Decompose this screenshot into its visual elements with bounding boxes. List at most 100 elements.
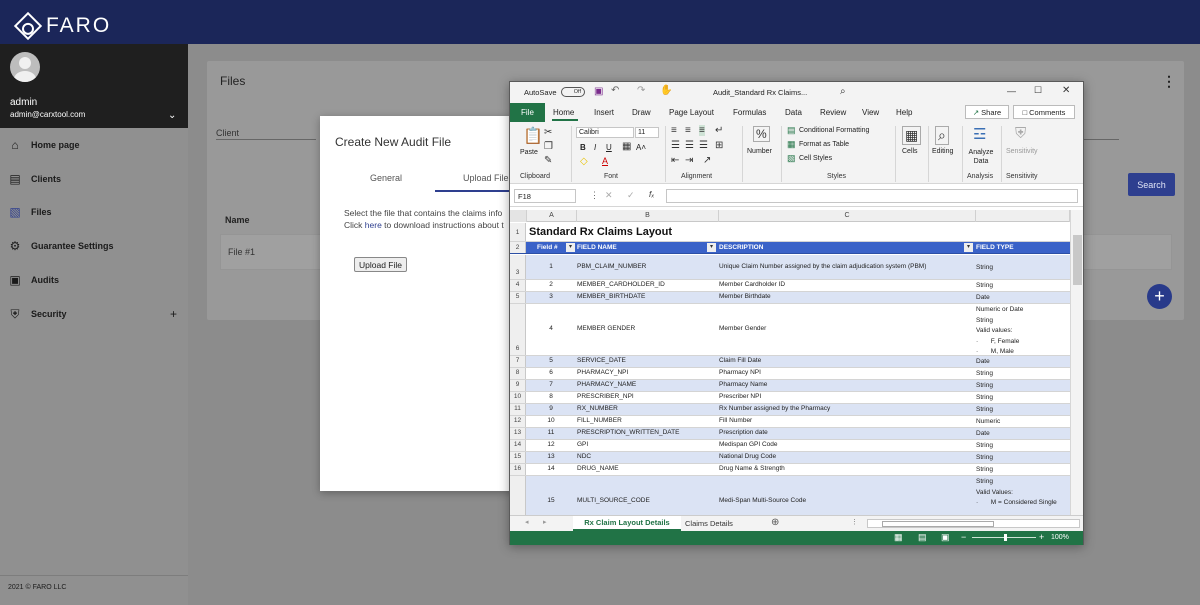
field-name[interactable]: SERVICE_DATE <box>577 357 717 364</box>
more-vert-icon[interactable]: ⋮ <box>1162 73 1176 90</box>
table-row[interactable]: 8 6 PHARMACY_NPI Pharmacy NPI String <box>510 368 1070 380</box>
zoom-level[interactable]: 100% <box>1051 534 1069 541</box>
field-number[interactable]: 9 <box>527 405 575 412</box>
touch-mode-icon[interactable]: ✋ <box>660 85 672 96</box>
table-row[interactable]: 7 5 SERVICE_DATE Claim Fill Date Date <box>510 356 1070 368</box>
tab-view[interactable]: View <box>862 108 879 117</box>
undo-icon[interactable]: ↶ <box>611 85 619 96</box>
chevron-down-icon[interactable]: ⌄ <box>168 110 176 121</box>
field-type[interactable]: String Valid Values: · M = Considered Si… <box>976 477 1070 509</box>
table-row[interactable]: 12 10 FILL_NUMBER Fill Number Numeric <box>510 416 1070 428</box>
column-header-b[interactable]: B <box>577 210 719 222</box>
row-number[interactable]: 17 <box>510 476 526 515</box>
field-description[interactable]: Fill Number <box>719 417 974 424</box>
field-description[interactable]: Member Birthdate <box>719 293 974 300</box>
percent-icon[interactable]: % <box>753 126 770 142</box>
next-sheet-icon[interactable]: ▸ <box>543 518 547 526</box>
search-icon[interactable]: ⌕ <box>840 86 846 97</box>
analyze-data-icon[interactable]: ☲ <box>973 125 986 143</box>
grow-font-icon[interactable]: A˄ <box>636 143 646 152</box>
insert-function-icon[interactable]: fₓ <box>649 190 654 199</box>
sheet-tab-rx-claim-layout[interactable]: Rx Claim Layout Details <box>573 516 681 531</box>
merge-icon[interactable]: ⊞ <box>715 140 723 151</box>
table-row[interactable]: 6 4 MEMBER GENDER Member Gender Numeric or D… <box>510 304 1070 356</box>
field-name[interactable]: DRUG_NAME <box>577 465 717 472</box>
worksheet-grid[interactable]: A B C 1 Standard Rx Claims Layout 2 Fiel… <box>510 210 1070 515</box>
enter-icon[interactable]: ✓ <box>627 190 635 201</box>
field-name[interactable]: NDC <box>577 453 717 460</box>
editing-button[interactable]: Editing <box>932 148 953 155</box>
autosave-toggle[interactable]: Off <box>561 87 585 97</box>
field-type[interactable]: String <box>976 263 1070 274</box>
align-left-icon[interactable]: ☰ <box>671 140 680 151</box>
comments-button[interactable]: □ Comments <box>1013 105 1075 119</box>
align-right-icon[interactable]: ☰ <box>699 140 708 151</box>
editing-icon[interactable]: ⌕ <box>935 126 949 145</box>
field-name[interactable]: PRESCRIBER_NPI <box>577 393 717 400</box>
field-type[interactable]: Date <box>976 357 1070 368</box>
table-row[interactable]: 5 3 MEMBER_BIRTHDATE Member Birthdate Date <box>510 292 1070 304</box>
row-number[interactable]: 5 <box>510 292 526 303</box>
field-name[interactable]: PHARMACY_NAME <box>577 381 717 388</box>
field-type[interactable]: Date <box>976 293 1070 304</box>
field-number[interactable]: 8 <box>527 393 575 400</box>
field-description[interactable]: Medi-Span Multi-Source Code <box>719 497 974 504</box>
tab-upload-file[interactable]: Upload File <box>463 173 509 183</box>
borders-icon[interactable]: ▦ <box>622 141 631 152</box>
table-row[interactable]: 15 13 NDC National Drug Code String <box>510 452 1070 464</box>
row-number[interactable]: 15 <box>510 452 526 463</box>
sidebar-item-clients[interactable]: ▤ Clients <box>0 164 188 194</box>
field-type[interactable]: String <box>976 393 1070 404</box>
sheet-title-row[interactable]: 1 Standard Rx Claims Layout <box>510 223 1070 242</box>
row-number[interactable]: 3 <box>510 255 526 279</box>
row-number[interactable]: 9 <box>510 380 526 391</box>
table-row[interactable]: 13 11 PRESCRIPTION_WRITTEN_DATE Prescriptio… <box>510 428 1070 440</box>
field-type[interactable]: Numeric <box>976 417 1070 428</box>
field-name[interactable]: MEMBER_BIRTHDATE <box>577 293 717 300</box>
field-description[interactable]: Member Gender <box>719 325 974 332</box>
row-number[interactable]: 11 <box>510 404 526 415</box>
copy-icon[interactable]: ❐ <box>544 141 553 152</box>
tab-review[interactable]: Review <box>820 108 846 117</box>
cell-styles-button[interactable]: Cell Styles <box>799 155 832 162</box>
filter-dropdown-icon[interactable]: ▾ <box>707 243 716 252</box>
instructions-link[interactable]: here <box>365 220 382 230</box>
field-number[interactable]: 13 <box>527 453 575 460</box>
field-name[interactable]: PBM_CLAIM_NUMBER <box>577 263 717 270</box>
field-description[interactable]: Rx Number assigned by the Pharmacy <box>719 405 974 412</box>
tab-insert[interactable]: Insert <box>594 108 614 117</box>
row-number[interactable]: 16 <box>510 464 526 475</box>
field-number[interactable]: 15 <box>527 497 575 504</box>
share-button[interactable]: ↗ Share <box>965 105 1009 119</box>
field-description[interactable]: Prescriber NPI <box>719 393 974 400</box>
row-number[interactable]: 2 <box>510 242 526 253</box>
tab-home[interactable]: Home <box>553 108 574 117</box>
field-name[interactable]: PRESCRIPTION_WRITTEN_DATE <box>577 429 717 436</box>
tab-page-layout[interactable]: Page Layout <box>669 108 714 117</box>
zoom-out-icon[interactable]: − <box>961 532 966 542</box>
field-name[interactable]: RX_NUMBER <box>577 405 717 412</box>
field-type[interactable]: String <box>976 441 1070 452</box>
row-number[interactable]: 1 <box>510 223 526 241</box>
field-name[interactable]: MEMBER_CARDHOLDER_ID <box>577 281 717 288</box>
table-row[interactable]: 11 9 RX_NUMBER Rx Number assigned by the Ph… <box>510 404 1070 416</box>
tab-general[interactable]: General <box>370 173 402 183</box>
field-name[interactable]: FILL_NUMBER <box>577 417 717 424</box>
format-as-table-button[interactable]: Format as Table <box>799 141 849 148</box>
field-number[interactable]: 7 <box>527 381 575 388</box>
field-name[interactable]: MEMBER GENDER <box>577 325 717 332</box>
field-type[interactable]: String <box>976 369 1070 380</box>
tab-file[interactable]: File <box>510 103 545 122</box>
cut-icon[interactable]: ✂ <box>544 127 552 138</box>
client-select[interactable] <box>216 139 316 140</box>
row-number[interactable]: 4 <box>510 280 526 291</box>
field-description[interactable]: Prescription date <box>719 429 974 436</box>
analyze-data-button[interactable]: Analyze Data <box>966 148 996 166</box>
prev-sheet-icon[interactable]: ◂ <box>525 518 529 526</box>
conditional-formatting-button[interactable]: Conditional Formatting <box>799 127 869 134</box>
sidebar-item-home[interactable]: ⌂ Home page <box>0 130 188 160</box>
font-color-icon[interactable]: A <box>602 156 608 166</box>
column-header-d[interactable] <box>976 210 1070 222</box>
name-box[interactable]: F18 <box>514 189 576 203</box>
field-number[interactable]: 14 <box>527 465 575 472</box>
